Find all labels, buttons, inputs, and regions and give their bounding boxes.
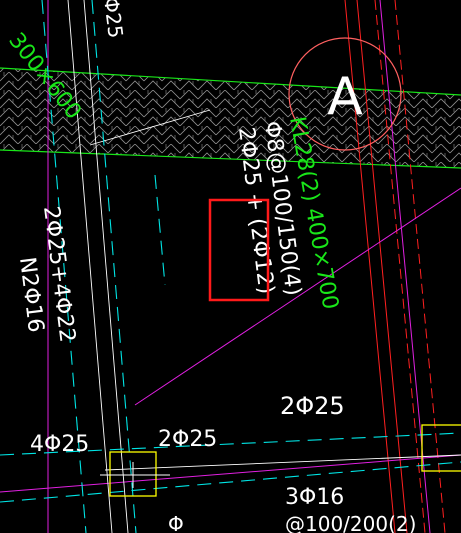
cad-drawing-canvas: A 300×600 KL28(2) 400×700 Φ8@100/150(4) … bbox=[0, 0, 461, 533]
top-left-fragment: Φ25 bbox=[99, 0, 128, 40]
bottom-stirrup-fragment: @100/200(2) bbox=[285, 512, 416, 533]
bottom-bars: 3Φ16 bbox=[285, 485, 344, 510]
span-top-bars: 2Φ25 bbox=[280, 392, 345, 420]
left-support-bars: 4Φ25 bbox=[30, 432, 89, 457]
axis-label: A bbox=[327, 67, 363, 127]
bottom-left-fragment: Φ bbox=[168, 512, 184, 533]
right-support-bars: 2Φ25 bbox=[158, 427, 217, 452]
